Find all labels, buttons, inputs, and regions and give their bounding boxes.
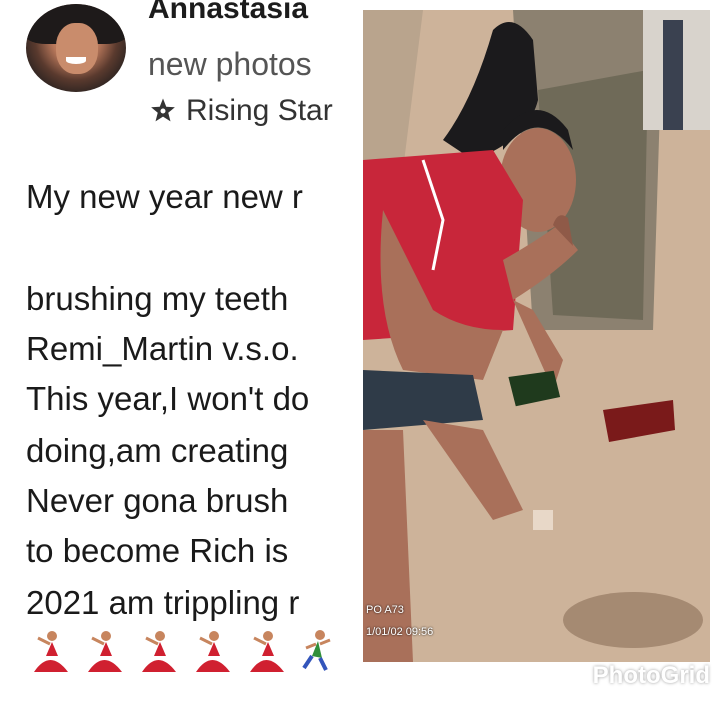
post-line-2: brushing my teeth bbox=[26, 280, 289, 317]
watermark-label: PhotoGrid bbox=[592, 662, 710, 689]
dancer-emoji-icon bbox=[34, 631, 68, 672]
emoji-row bbox=[26, 628, 336, 676]
post-line-3: Remi_Martin v.s.o. bbox=[26, 330, 299, 367]
avatar-smile bbox=[66, 56, 86, 64]
post-subtitle: new photos bbox=[148, 46, 312, 82]
dancer-emoji-icon bbox=[142, 631, 176, 672]
star-icon bbox=[151, 98, 175, 122]
badge-label: Rising Star bbox=[186, 94, 333, 127]
post-line-4: This year,I won't do bbox=[26, 380, 310, 417]
post-line-5: doing,am creating bbox=[26, 432, 289, 469]
username[interactable]: Annastasia bbox=[148, 0, 308, 26]
post-screenshot: Annastasia new photos Rising Star My new… bbox=[0, 0, 363, 720]
dancer-emoji-icon bbox=[196, 631, 230, 672]
post-line-6: Never gona brush bbox=[26, 482, 289, 519]
post-line-8: 2021 am trippling r bbox=[26, 584, 300, 621]
runner-emoji-icon bbox=[302, 630, 331, 671]
camera-label: PO A73 bbox=[366, 604, 404, 616]
photogrid-watermark: PhotoGrid bbox=[562, 662, 710, 690]
photo-timestamp: 1/01/02 09:56 bbox=[366, 626, 434, 638]
dancer-emoji-icon bbox=[88, 631, 122, 672]
post-line-1: My new year new r bbox=[26, 178, 303, 215]
avatar-face bbox=[56, 23, 98, 75]
dancer-emoji-icon bbox=[250, 631, 284, 672]
rising-star-badge: Rising Star bbox=[148, 94, 333, 128]
photo-panel bbox=[363, 10, 710, 662]
post-line-7: to become Rich is bbox=[26, 532, 289, 569]
avatar[interactable] bbox=[26, 4, 126, 92]
photogrid-logo-icon bbox=[562, 664, 587, 688]
photo-illustration bbox=[363, 10, 710, 662]
